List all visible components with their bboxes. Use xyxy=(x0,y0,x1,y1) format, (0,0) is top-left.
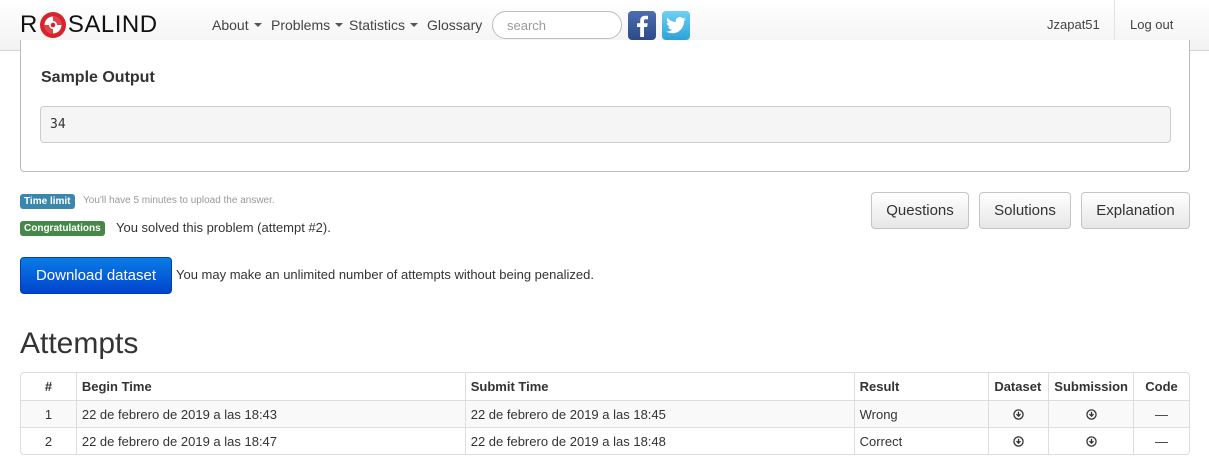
time-limit-text: You'll have 5 minutes to upload the answ… xyxy=(83,195,275,206)
download-icon[interactable] xyxy=(1085,408,1097,420)
row-begin-time: 22 de febrero de 2019 a las 18:43 xyxy=(75,400,465,427)
nav-statistics[interactable]: Statistics xyxy=(349,17,419,34)
nav-problems[interactable]: Problems xyxy=(271,17,344,34)
rosalind-logo[interactable]: R SALIND xyxy=(20,10,158,40)
dataset-download-cell xyxy=(988,427,1049,454)
table-row: 2 22 de febrero de 2019 a las 18:47 22 d… xyxy=(21,427,1189,454)
download-icon[interactable] xyxy=(1013,408,1025,420)
brand-text-right: SALIND xyxy=(67,11,158,38)
time-limit-badge: Time limit xyxy=(20,194,75,209)
questions-button[interactable]: Questions xyxy=(871,192,969,229)
row-code: — xyxy=(1132,427,1189,454)
attempts-table: # Begin Time Submit Time Result Dataset … xyxy=(20,372,1190,455)
explanation-button[interactable]: Explanation xyxy=(1081,192,1190,229)
submission-download-cell xyxy=(1048,427,1133,454)
row-number: 1 xyxy=(21,400,76,427)
col-number: # xyxy=(44,379,53,394)
nav-problems-label: Problems xyxy=(271,17,331,33)
rosalind-logo-icon xyxy=(39,12,66,38)
search-input[interactable] xyxy=(492,11,622,39)
logout-link[interactable]: Log out xyxy=(1130,17,1173,32)
col-submit-time: Submit Time xyxy=(464,373,854,400)
twitter-icon[interactable] xyxy=(662,11,690,40)
row-submit-time: 22 de febrero de 2019 a las 18:48 xyxy=(464,427,854,454)
col-begin-time: Begin Time xyxy=(75,373,465,400)
caret-down-icon xyxy=(410,23,419,27)
table-row: 1 22 de febrero de 2019 a las 18:43 22 d… xyxy=(21,400,1189,427)
caret-down-icon xyxy=(335,23,344,27)
attempts-info-text: You may make an unlimited number of atte… xyxy=(176,267,594,282)
download-icon[interactable] xyxy=(1013,435,1025,447)
solutions-button[interactable]: Solutions xyxy=(979,192,1071,229)
brand-text-left: R xyxy=(20,11,38,38)
congratulations-badge: Congratulations xyxy=(20,221,105,236)
sample-output-heading: Sample Output xyxy=(41,69,155,86)
row-submit-time: 22 de febrero de 2019 a las 18:45 xyxy=(464,400,854,427)
facebook-glyph xyxy=(637,15,648,37)
username-link[interactable]: Jzapat51 xyxy=(1047,17,1100,32)
row-begin-time: 22 de febrero de 2019 a las 18:47 xyxy=(75,427,465,454)
table-header-row: # Begin Time Submit Time Result Dataset … xyxy=(21,373,1189,400)
nav-about[interactable]: About xyxy=(212,17,262,34)
nav-statistics-label: Statistics xyxy=(349,17,406,33)
row-result: Wrong xyxy=(853,400,989,427)
download-dataset-button[interactable]: Download dataset xyxy=(20,257,172,294)
col-code: Code xyxy=(1132,373,1189,400)
twitter-glyph xyxy=(666,17,686,34)
row-code: — xyxy=(1132,400,1189,427)
row-result: Correct xyxy=(853,427,989,454)
nav-glossary-label: Glossary xyxy=(427,17,483,33)
col-submission: Submission xyxy=(1048,373,1133,400)
attempts-heading: Attempts xyxy=(20,327,139,360)
caret-down-icon xyxy=(253,23,262,27)
submission-download-cell xyxy=(1048,400,1133,427)
nav-glossary[interactable]: Glossary xyxy=(427,17,482,34)
nav-about-label: About xyxy=(212,17,249,33)
solved-message: You solved this problem (attempt #2). xyxy=(116,220,331,235)
sample-output-value: 34 xyxy=(40,106,1171,143)
facebook-icon[interactable] xyxy=(628,11,656,40)
problem-well: Sample Output 34 xyxy=(20,40,1190,172)
row-number: 2 xyxy=(21,427,76,454)
col-result: Result xyxy=(853,373,989,400)
dataset-download-cell xyxy=(988,400,1049,427)
col-dataset: Dataset xyxy=(988,373,1048,400)
download-icon[interactable] xyxy=(1085,435,1097,447)
